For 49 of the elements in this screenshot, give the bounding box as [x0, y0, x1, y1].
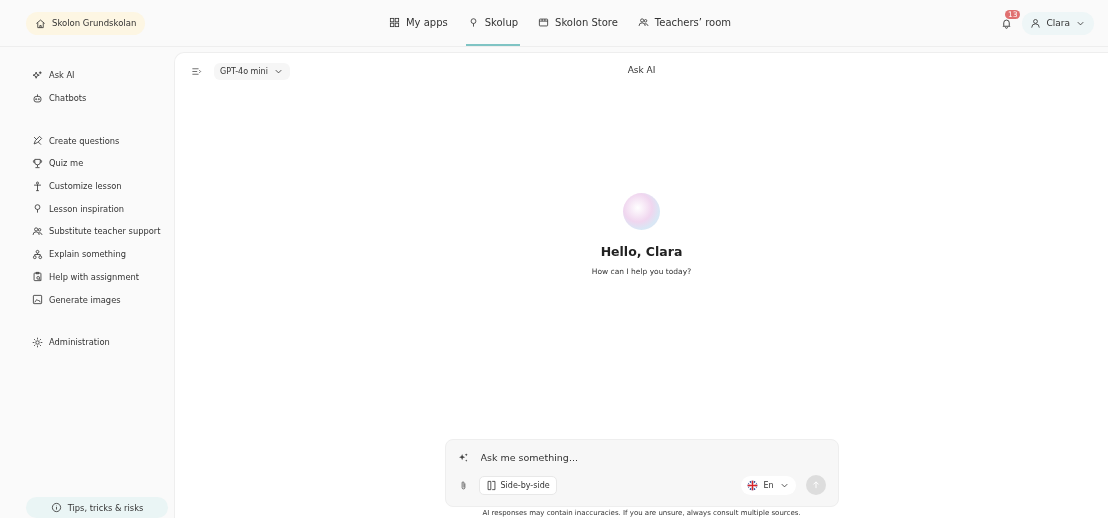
- info-icon: [50, 502, 62, 513]
- message-input[interactable]: Ask me something...: [478, 451, 826, 464]
- figure-icon: [32, 180, 43, 192]
- sparkle-icon: [32, 69, 43, 81]
- sidebar-item[interactable]: Explain something: [10, 242, 174, 266]
- lightbulb-icon: [32, 203, 43, 215]
- nav-tab[interactable]: Teachers’ room: [635, 0, 734, 46]
- clipboard-icon: [32, 271, 43, 283]
- sidebar-item[interactable]: Administration: [10, 330, 174, 354]
- lightbulb-icon: [467, 16, 479, 28]
- nav-tab[interactable]: Skolup: [465, 0, 521, 46]
- user-menu-button[interactable]: Clara: [1022, 11, 1094, 35]
- tips-button[interactable]: Tips, tricks & risks: [26, 497, 168, 518]
- nav-tab[interactable]: Skolon Store: [536, 0, 620, 46]
- side-by-side-button[interactable]: Side-by-side: [478, 475, 557, 495]
- robot-icon: [32, 92, 43, 104]
- sidebar-item[interactable]: Help with assignment: [10, 265, 174, 289]
- columns-icon: [485, 479, 497, 491]
- arrow-up-icon: [810, 480, 821, 490]
- pencil-icon: [32, 135, 43, 147]
- nav-tab[interactable]: My apps: [386, 0, 450, 46]
- sidebar-item[interactable]: Lesson inspiration: [10, 197, 174, 221]
- settings-icon: [32, 336, 43, 348]
- grid-icon: [388, 16, 400, 28]
- storefront-icon: [538, 16, 550, 28]
- sparkle-icon: [457, 452, 469, 463]
- assistant-orb-icon: [623, 193, 660, 230]
- model-dropdown[interactable]: GPT-4o mini: [214, 63, 290, 80]
- collapse-sidebar-icon[interactable]: [191, 66, 202, 77]
- people-icon: [32, 225, 43, 237]
- image-icon: [32, 294, 43, 306]
- people-icon: [637, 16, 649, 28]
- bell-icon[interactable]: [1001, 17, 1013, 29]
- sidebar-item[interactable]: Ask AI: [10, 64, 174, 87]
- sidebar-item[interactable]: Customize lesson: [10, 174, 174, 198]
- sidebar-item[interactable]: Quiz me: [10, 152, 174, 175]
- user-icon: [1030, 17, 1042, 29]
- trophy-icon: [32, 157, 43, 169]
- sidebar-item[interactable]: Substitute teacher support: [10, 220, 174, 243]
- sidebar-item[interactable]: Generate images: [10, 288, 174, 311]
- sidebar-item[interactable]: Chatbots: [10, 86, 174, 110]
- school-button[interactable]: Skolon Grundskolan: [26, 11, 146, 35]
- flag-icon: [747, 479, 759, 491]
- page-title: Ask AI: [627, 65, 656, 75]
- language-dropdown[interactable]: En: [741, 475, 796, 495]
- greeting: Hello, Clara: [600, 244, 683, 259]
- nodes-icon: [32, 248, 43, 260]
- sidebar-item[interactable]: Create questions: [10, 129, 174, 153]
- home-icon: [35, 17, 46, 29]
